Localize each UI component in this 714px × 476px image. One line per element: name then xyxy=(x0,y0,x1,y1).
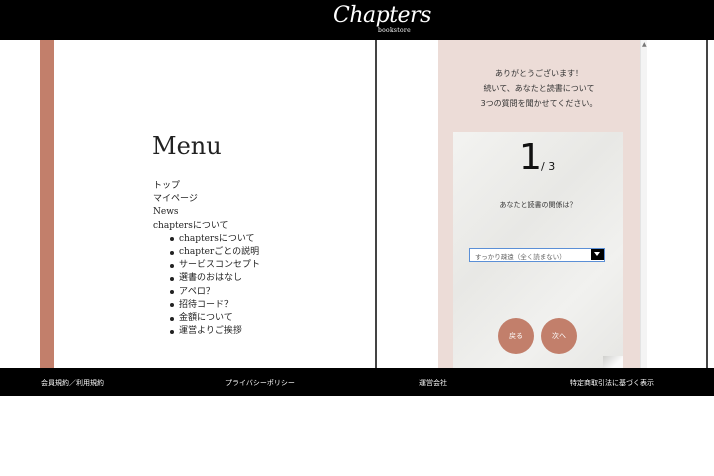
question-card: 1 / 3 あなたと読書の関係は？ すっかり疎遠（全く読まない） 戻る 次へ xyxy=(453,132,623,368)
intro-line-3: 3つの質問を聞かせてください。 xyxy=(480,99,598,108)
footer-link-commerce-law[interactable]: 特定商取引法に基づく表示 xyxy=(570,378,654,388)
footer-link-privacy[interactable]: プライバシーポリシー xyxy=(225,378,295,388)
submenu-item-book-selection[interactable]: 選書のおはなし xyxy=(170,272,260,285)
submenu-item-chapter-explanation[interactable]: chapterごとの説明 xyxy=(170,246,260,259)
survey-scrollbar[interactable]: ▲ xyxy=(640,40,647,368)
back-button[interactable]: 戻る xyxy=(498,318,534,354)
chevron-down-icon[interactable] xyxy=(591,249,604,260)
question-total: / 3 xyxy=(541,160,556,173)
submenu-item-pricing[interactable]: 金額について xyxy=(170,312,260,325)
right-edge-divider xyxy=(706,40,708,368)
menu-item-top[interactable]: トップ xyxy=(153,180,260,193)
submenu-item-greeting[interactable]: 運営よりご挨拶 xyxy=(170,325,260,338)
accent-stripe xyxy=(40,40,54,368)
answer-select[interactable]: すっかり疎遠（全く読まない） xyxy=(469,248,605,262)
intro-line-2: 続いて、あなたと読書について xyxy=(483,84,595,93)
submenu-item-apero[interactable]: アペロ？ xyxy=(170,286,260,299)
submenu-item-service-concept[interactable]: サービスコンセプト xyxy=(170,259,260,272)
menu-title: Menu xyxy=(152,132,222,160)
menu-submenu: chaptersについて chapterごとの説明 サービスコンセプト 選書のお… xyxy=(153,233,260,339)
site-footer: 会員規約／利用規約 プライバシーポリシー 運営会社 特定商取引法に基づく表示 xyxy=(0,368,714,396)
intro-line-1: ありがとうございます！ xyxy=(495,69,583,78)
question-number: 1 xyxy=(519,137,542,178)
menu-panel: Menu トップ マイページ News chaptersについて chapter… xyxy=(0,40,376,368)
about-submenu-list: chaptersについて chapterごとの説明 サービスコンセプト 選書のお… xyxy=(153,233,260,339)
survey-panel: ありがとうございます！ 続いて、あなたと読書について 3つの質問を聞かせてくださ… xyxy=(377,40,714,368)
footer-link-terms[interactable]: 会員規約／利用規約 xyxy=(41,378,104,388)
site-header: Chapters bookstore xyxy=(0,0,714,40)
menu-list: トップ マイページ News chaptersについて chaptersについて… xyxy=(153,180,260,338)
answer-select-value: すっかり疎遠（全く読まない） xyxy=(475,253,566,261)
submenu-item-about-chapters[interactable]: chaptersについて xyxy=(170,233,260,246)
survey-frame: ありがとうございます！ 続いて、あなたと読書について 3つの質問を聞かせてくださ… xyxy=(438,40,640,368)
site-logo-subtitle: bookstore xyxy=(378,27,411,34)
footer-link-company[interactable]: 運営会社 xyxy=(419,378,447,388)
question-text: あなたと読書の関係は？ xyxy=(499,201,577,209)
survey-intro: ありがとうございます！ 続いて、あなたと読書について 3つの質問を聞かせてくださ… xyxy=(438,66,640,111)
submenu-item-invite-code[interactable]: 招待コード？ xyxy=(170,299,260,312)
menu-item-mypage[interactable]: マイページ xyxy=(153,193,260,206)
next-button[interactable]: 次へ xyxy=(541,318,577,354)
scroll-up-arrow-icon[interactable]: ▲ xyxy=(642,41,647,48)
site-logo[interactable]: Chapters xyxy=(333,4,431,28)
menu-item-about[interactable]: chaptersについて xyxy=(153,220,260,233)
menu-item-news[interactable]: News xyxy=(153,206,260,219)
